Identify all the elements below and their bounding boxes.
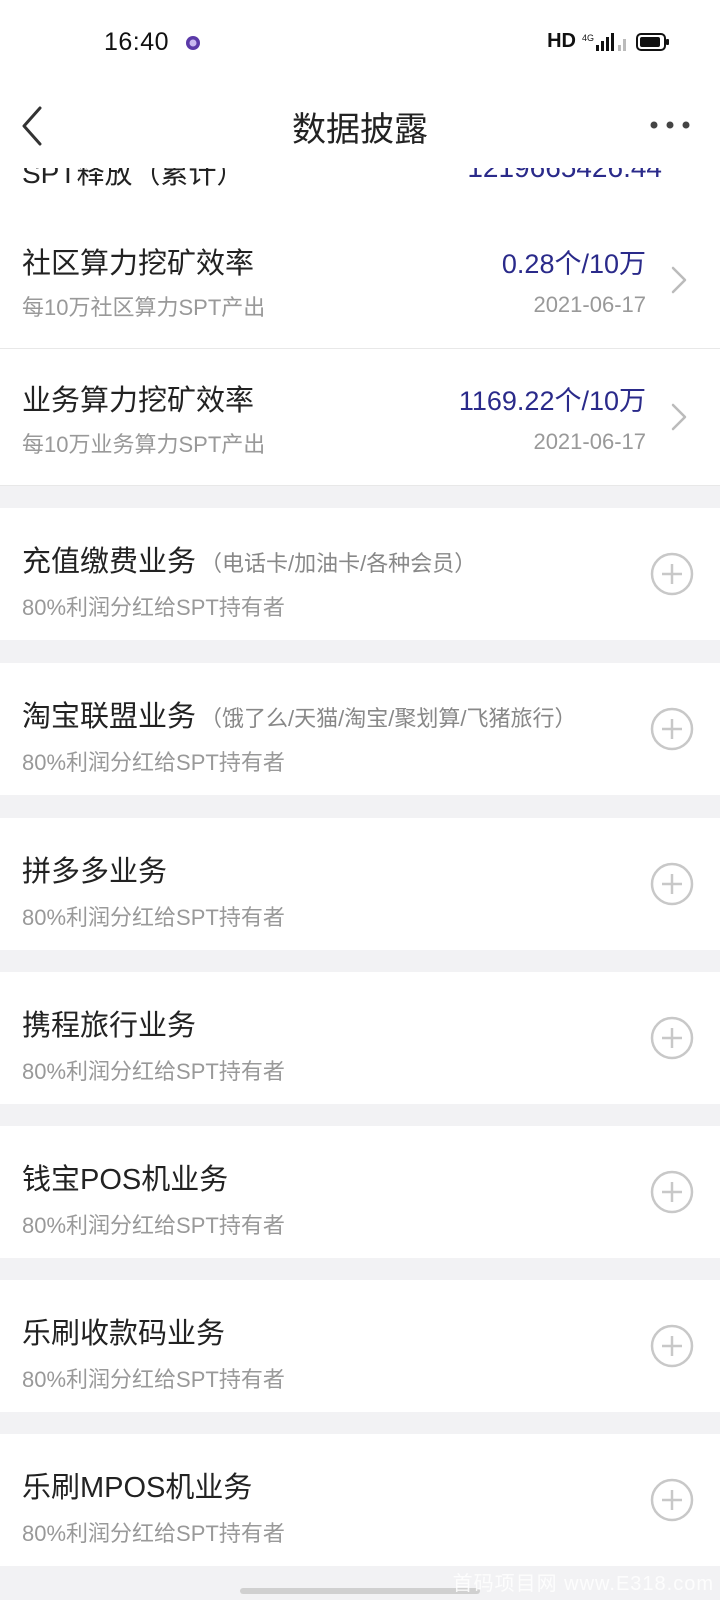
chevron-right-icon	[671, 403, 687, 431]
metric-row-spt-release[interactable]: SPT释放（累计） 1219665426.44	[0, 168, 720, 213]
metric-date: 2021-06-17	[533, 429, 646, 454]
metric-title: 业务算力挖矿效率	[22, 385, 255, 417]
business-subtitle: 80%利润分红给SPT持有者	[22, 905, 285, 930]
chevron-right-icon	[671, 266, 687, 294]
business-row-ctrip[interactable]: 携程旅行业务 80%利润分红给SPT持有者	[0, 972, 720, 1104]
status-time: 16:40	[104, 28, 170, 56]
business-subtitle: 80%利润分红给SPT持有者	[22, 750, 285, 775]
business-title: 钱宝POS机业务	[22, 1164, 229, 1196]
home-indicator	[240, 1588, 480, 1594]
svg-text:4G: 4G	[582, 33, 594, 43]
signal-icon: 4G	[582, 32, 626, 51]
business-subtitle: 80%利润分红给SPT持有者	[22, 1213, 285, 1238]
metric-date: 2021-06-17	[533, 292, 646, 317]
watermark: 首码项目网 www.E318.com	[452, 1573, 714, 1595]
metric-value: 1169.22个/10万	[458, 386, 646, 416]
plus-circle-icon[interactable]	[650, 707, 694, 751]
metric-row-community-mining[interactable]: 社区算力挖矿效率 每10万社区算力SPT产出 0.28个/10万 2021-06…	[0, 212, 720, 349]
business-title: 充值缴费业务 （电话卡/加油卡/各种会员）	[22, 546, 477, 578]
network-hd-label: HD	[547, 30, 576, 52]
plus-circle-icon[interactable]	[650, 552, 694, 596]
plus-circle-icon[interactable]	[650, 862, 694, 906]
business-subtitle: 80%利润分红给SPT持有者	[22, 1521, 285, 1546]
metric-value: 1219665426.44	[467, 168, 662, 184]
business-row-recharge[interactable]: 充值缴费业务 （电话卡/加油卡/各种会员） 80%利润分红给SPT持有者	[0, 508, 720, 640]
metric-row-business-mining[interactable]: 业务算力挖矿效率 每10万业务算力SPT产出 1169.22个/10万 2021…	[0, 349, 720, 486]
business-row-taobao[interactable]: 淘宝联盟业务 （饿了么/天猫/淘宝/聚划算/飞猪旅行） 80%利润分红给SPT持有…	[0, 663, 720, 795]
plus-circle-icon[interactable]	[650, 1324, 694, 1368]
business-title: 携程旅行业务	[22, 1010, 197, 1042]
metric-subtitle: 每10万社区算力SPT产出	[22, 295, 266, 320]
nav-bar: 数据披露	[0, 88, 720, 168]
business-subtitle: 80%利润分红给SPT持有者	[22, 1059, 285, 1084]
business-row-pinduoduo[interactable]: 拼多多业务 80%利润分红给SPT持有者	[0, 818, 720, 950]
business-note: （电话卡/加油卡/各种会员）	[200, 551, 477, 576]
notification-app-icon	[186, 36, 200, 50]
business-row-leshua-qr[interactable]: 乐刷收款码业务 80%利润分红给SPT持有者	[0, 1280, 720, 1412]
business-title: 乐刷收款码业务	[22, 1318, 226, 1350]
metric-title: 社区算力挖矿效率	[22, 248, 255, 280]
plus-circle-icon[interactable]	[650, 1016, 694, 1060]
metric-value: 0.28个/10万	[501, 249, 646, 279]
business-title: 乐刷MPOS机业务	[22, 1472, 253, 1504]
metric-subtitle: 每10万业务算力SPT产出	[22, 432, 266, 457]
battery-icon	[636, 32, 669, 51]
plus-circle-icon[interactable]	[650, 1478, 694, 1522]
more-dots-icon[interactable]	[648, 110, 692, 140]
business-title: 淘宝联盟业务 （饿了么/天猫/淘宝/聚划算/飞猪旅行）	[22, 701, 577, 733]
page-title: 数据披露	[292, 111, 428, 149]
business-subtitle: 80%利润分红给SPT持有者	[22, 1367, 285, 1392]
metric-title: SPT释放（累计）	[22, 168, 245, 189]
business-row-qianbao-pos[interactable]: 钱宝POS机业务 80%利润分红给SPT持有者	[0, 1126, 720, 1258]
business-note: （饿了么/天猫/淘宝/聚划算/飞猪旅行）	[200, 706, 577, 731]
plus-circle-icon[interactable]	[650, 1170, 694, 1214]
business-title: 拼多多业务	[22, 856, 168, 888]
status-indicators: HD 4G	[547, 30, 670, 53]
business-subtitle: 80%利润分红给SPT持有者	[22, 595, 285, 620]
status-bar: 16:40 HD 4G	[0, 0, 720, 88]
business-row-leshua-mpos[interactable]: 乐刷MPOS机业务 80%利润分红给SPT持有者	[0, 1434, 720, 1566]
